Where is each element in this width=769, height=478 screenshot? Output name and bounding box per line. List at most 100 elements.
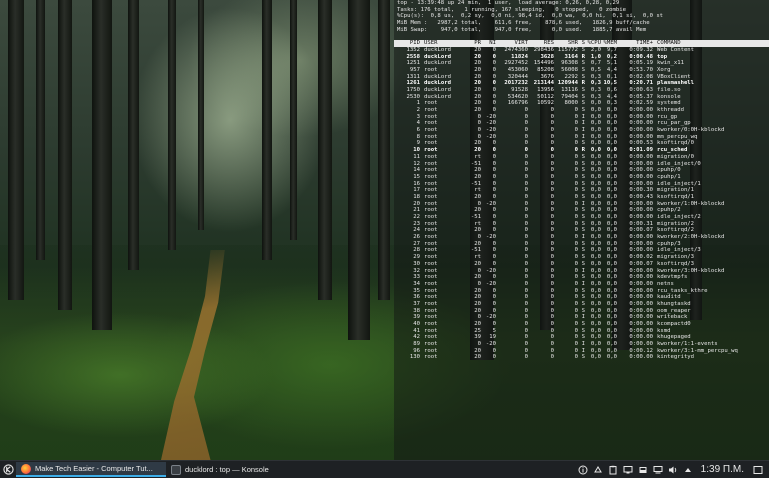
process-user-cell: root: [424, 207, 438, 214]
clock[interactable]: 1:39 П.М.: [701, 464, 744, 475]
process-shr-cell: 0: [574, 160, 578, 167]
process-state-cell: S: [581, 60, 585, 67]
process-user-cell: root: [424, 234, 438, 241]
clipboard-glyph: [609, 465, 617, 474]
process-shr-cell: 0: [574, 267, 578, 274]
process-user-cell: duckLord: [424, 80, 451, 87]
process-command-cell: cpuhp/0: [657, 167, 681, 174]
process-priority-cell: 0: [477, 200, 481, 207]
updates-icon[interactable]: [593, 464, 604, 475]
process-priority-cell: -51: [470, 160, 481, 167]
process-virt-cell: 0: [524, 300, 528, 307]
process-cpu-cell: 0,0: [590, 347, 601, 354]
process-time-cell: 0:00.30: [629, 187, 653, 194]
process-row: 15 root 20 0 0 0 0 S 0,0 0,0 0:00.00 cpuhp/1: [394, 174, 769, 181]
display-icon[interactable]: [623, 464, 634, 475]
process-nice-cell: 0: [492, 307, 496, 314]
chevron-up-glyph: [685, 467, 692, 472]
konsole-terminal[interactable]: top - 13:39:48 up 24 min, 1 user, load a…: [394, 0, 769, 460]
process-command-cell: systemd: [657, 100, 681, 107]
process-state-cell: R: [581, 80, 585, 87]
process-priority-cell: 20: [474, 207, 481, 214]
process-shr-cell: 0: [574, 274, 578, 281]
application-launcher-button[interactable]: [0, 461, 16, 478]
process-time-cell: 0:02.08: [629, 73, 653, 80]
volume-glyph: [669, 466, 677, 473]
process-command-cell: kworker/0:0H-kblockd: [657, 127, 725, 134]
process-user-cell: root: [424, 200, 438, 207]
show-desktop-icon[interactable]: [752, 464, 763, 475]
process-mem-cell: 0,3: [606, 100, 617, 107]
tree-trunk: [290, 0, 297, 240]
process-res-cell: 0: [550, 234, 554, 241]
process-shr-cell: 0: [574, 107, 578, 113]
process-res-cell: 0: [550, 267, 554, 274]
process-cpu-cell: 0,0: [590, 354, 601, 361]
process-virt-cell: 0: [524, 214, 528, 220]
taskbar-task-konsole[interactable]: ducklord : top — Konsole: [166, 462, 306, 477]
process-nice-cell: 0: [492, 160, 496, 167]
process-state-cell: S: [581, 247, 585, 254]
process-state-cell: S: [581, 153, 585, 160]
process-mem-cell: 0,0: [606, 214, 617, 220]
process-pid-cell: 20: [413, 200, 420, 207]
process-res-cell: 0: [550, 274, 554, 281]
process-nice-cell: 0: [492, 73, 496, 80]
process-shr-cell: 0: [574, 214, 578, 220]
process-cpu-cell: 0,0: [590, 133, 601, 140]
process-priority-cell: -51: [470, 247, 481, 254]
process-cpu-cell: 0,0: [590, 327, 601, 334]
process-virt-cell: 0: [524, 207, 528, 214]
process-res-cell: 0: [550, 140, 554, 147]
process-row: 23 root rt 0 0 0 0 S 0,0 0,0 0:00.31 migration/2: [394, 221, 769, 228]
task-label: ducklord : top — Konsole: [185, 465, 269, 474]
process-row: 17 root rt 0 0 0 0 S 0,0 0,0 0:00.30 migration/1: [394, 187, 769, 194]
info-icon[interactable]: [578, 464, 589, 475]
process-mem-cell: 0,0: [606, 314, 617, 321]
process-cpu-cell: 0,0: [590, 160, 601, 167]
process-command-cell: khungtaskd: [657, 300, 691, 307]
process-virt-cell: 0: [524, 160, 528, 167]
process-user-cell: duckLord: [424, 86, 451, 93]
process-row: 89 root 0 -20 0 0 0 I 0,0 0,0 0:00.00 kworker/1:1-e…: [394, 341, 769, 348]
process-virt-cell: 0: [524, 120, 528, 127]
process-time-cell: 0:00.00: [629, 314, 653, 321]
process-nice-cell: 5: [492, 327, 496, 334]
clipboard-icon[interactable]: [608, 464, 619, 475]
process-user-cell: root: [424, 274, 438, 281]
process-priority-cell: 20: [474, 73, 481, 80]
process-nice-cell: 0: [492, 347, 496, 354]
process-nice-cell: -20: [485, 314, 496, 321]
process-virt-cell: 0: [524, 113, 528, 120]
process-time-cell: 0:00.00: [629, 341, 653, 348]
column-header-mem: %MEM: [603, 40, 617, 47]
process-user-cell: root: [424, 127, 438, 134]
process-cpu-cell: 2,0: [590, 46, 601, 53]
process-time-cell: 0:00.00: [629, 327, 653, 334]
volume-icon[interactable]: [668, 464, 679, 475]
process-cpu-cell: 0,0: [590, 234, 601, 241]
process-nice-cell: 0: [492, 354, 496, 361]
process-time-cell: 0:00.00: [629, 107, 653, 113]
process-pid-cell: 26: [413, 234, 420, 241]
process-user-cell: root: [424, 280, 438, 287]
tree-trunk: [378, 0, 390, 300]
process-time-cell: 0:00.12: [629, 347, 653, 354]
chevron-up-icon[interactable]: [683, 464, 694, 475]
process-command-cell: netns: [657, 280, 674, 287]
process-row: 1261 duckLord 20 0 2017232 213144 120944 R 0,3 10…: [394, 80, 769, 87]
process-state-cell: S: [581, 334, 585, 341]
process-state-cell: I: [581, 341, 585, 348]
process-res-cell: 0: [550, 347, 554, 354]
process-virt-cell: 0: [524, 147, 528, 154]
storage-icon[interactable]: [638, 464, 649, 475]
process-priority-cell: 0: [477, 341, 481, 348]
process-row: 2558 duckLord 20 0 11824 3628 3164 R 1,0 0,2 0:00.…: [394, 54, 769, 61]
network-icon[interactable]: [653, 464, 664, 475]
process-state-cell: S: [581, 167, 585, 174]
process-shr-cell: 79404: [561, 93, 578, 100]
process-command-cell: ksoftirqd/0: [657, 140, 695, 147]
process-user-cell: root: [424, 214, 438, 220]
process-state-cell: S: [581, 214, 585, 220]
taskbar-task-firefox[interactable]: Make Tech Easier - Computer Tut...: [16, 462, 166, 477]
